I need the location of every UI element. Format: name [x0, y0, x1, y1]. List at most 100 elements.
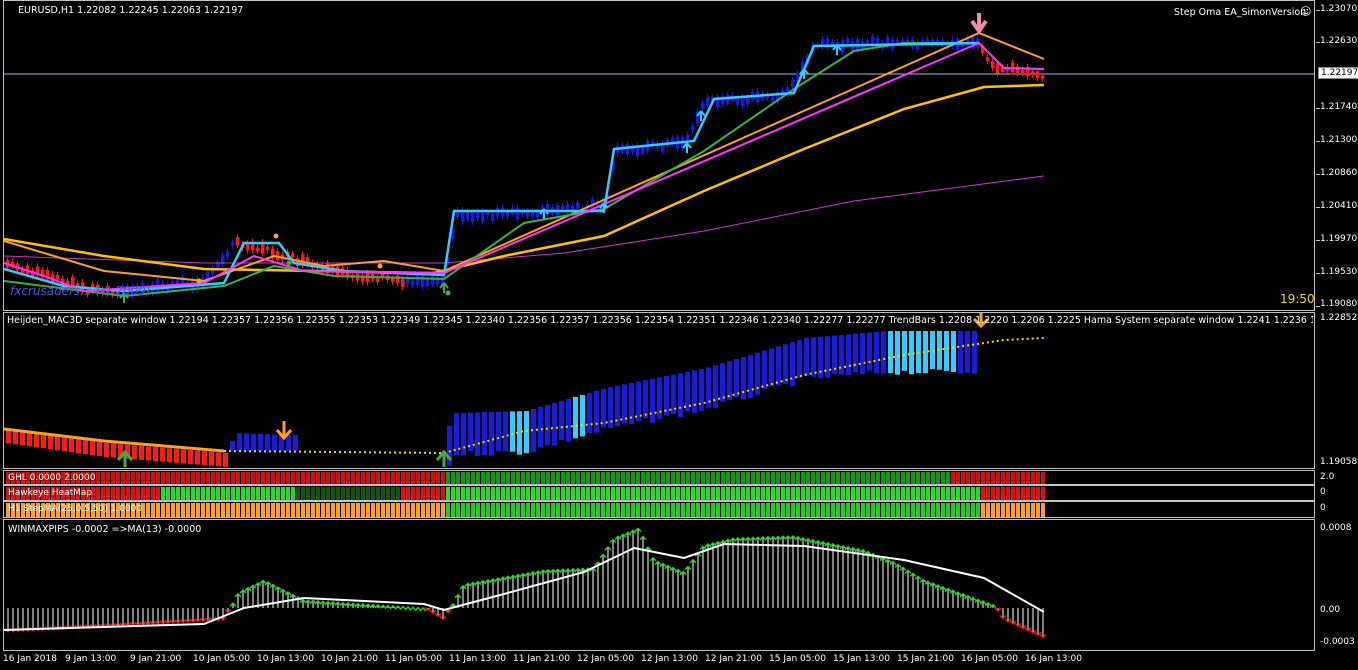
heatmap-cell [151, 472, 155, 484]
date-tick: 15 Jan 21:00 [897, 654, 954, 664]
heatmap-cell [611, 503, 615, 517]
heatmap-cell [641, 472, 645, 484]
heatmap-cell [581, 487, 585, 500]
heatmap-cell [536, 503, 540, 517]
heatmap-cell [611, 487, 615, 500]
heatmap-cell [426, 487, 430, 500]
trend-bar [846, 334, 851, 376]
candle-body [231, 242, 235, 246]
heatmap-cell [211, 472, 215, 484]
heatmap-cell [666, 487, 670, 500]
heatmap-cell [736, 487, 740, 500]
heatmap-cell [456, 487, 460, 500]
ghl-strip[interactable]: GHL 0.0000 2.0000 [3, 470, 1315, 485]
heatmap-cell [226, 472, 230, 484]
heatmap-cell [841, 503, 845, 517]
heatmap-cell [656, 472, 660, 484]
heatmap-cell [251, 472, 255, 484]
main-chart-pane[interactable]: EURUSD,H1 1.22082 1.22245 1.22063 1.2219… [3, 0, 1315, 311]
heiken-pane[interactable]: Heijden_MAC3D separate window 1.22194 1.… [3, 312, 1315, 469]
trend-bar [20, 431, 25, 446]
heatmap-cell [876, 487, 880, 500]
heatmap-cell [616, 487, 620, 500]
heatmap-cell [351, 503, 355, 517]
candle-body [426, 279, 430, 287]
heatmap-cell [281, 472, 285, 484]
heatmap-cell [491, 503, 495, 517]
heatmap-cell [256, 487, 260, 500]
heatmap-cell [461, 487, 465, 500]
heatmap-cell [636, 472, 640, 484]
trend-bar [650, 378, 655, 423]
heatmap-cell [446, 472, 450, 484]
heatmap-cell [551, 487, 555, 500]
heatmap-cell [686, 487, 690, 500]
heatmap-cell [576, 503, 580, 517]
heatmap-cell [596, 472, 600, 484]
heatmap-cell [681, 503, 685, 517]
heatmap-cell [261, 503, 265, 517]
trend-bar [720, 363, 725, 402]
heatmap-cell [621, 487, 625, 500]
heatmap-cell [911, 503, 915, 517]
heatmap-cell [641, 487, 645, 500]
trend-bar [209, 451, 214, 466]
heatmap-cell [346, 472, 350, 484]
heatmap-cell [271, 472, 275, 484]
hawkeye-strip[interactable]: Hawkeye HeatMap [3, 485, 1315, 501]
heatmap-cell [811, 503, 815, 517]
heatmap-cell [711, 487, 715, 500]
heatmap-cell [846, 487, 850, 500]
heatmap-cell [1031, 472, 1035, 484]
date-tick: 12 Jan 13:00 [641, 654, 698, 664]
heatmap-cell [916, 503, 920, 517]
heatmap-cell [786, 472, 790, 484]
trend-bar [27, 432, 32, 447]
heatmap-cell [551, 472, 555, 484]
heatmap-cell [866, 487, 870, 500]
winmax-pane[interactable]: WINMAXPIPS -0.0002 =>MA(13) -0.0000 [3, 519, 1315, 651]
heatmap-cell [706, 503, 710, 517]
heatmap-cell [171, 472, 175, 484]
heatmap-cell [311, 503, 315, 517]
heatmap-cell [321, 472, 325, 484]
trend-bar [174, 448, 179, 463]
heatmap-cell [856, 472, 860, 484]
heatmap-cell [96, 487, 100, 500]
heatmap-cell [971, 487, 975, 500]
trend-bar [160, 447, 165, 462]
trend-bar [783, 344, 788, 385]
heatmap-cell [626, 487, 630, 500]
heatmap-cell [571, 503, 575, 517]
heatmap-cell [431, 472, 435, 484]
heatmap-cell [591, 487, 595, 500]
heatmap-cell [901, 503, 905, 517]
trend-bar [146, 446, 151, 461]
strip-axis-tick: 0 [1320, 487, 1326, 497]
heatmap-cell [576, 487, 580, 500]
heatmap-cell [571, 487, 575, 500]
stepma-strip[interactable]: H1 StepMA(25,0.5,50) 1.0000 [3, 501, 1315, 518]
heatmap-cell [481, 472, 485, 484]
trend-bar [90, 441, 95, 456]
heatmap-cell [391, 487, 395, 500]
symbol-info: EURUSD,H1 1.22082 1.22245 1.22063 1.2219… [18, 5, 244, 16]
ghl-label: GHL 0.0000 2.0000 [8, 473, 96, 483]
trend-bar [265, 434, 270, 451]
heatmap-cell [731, 503, 735, 517]
smiley-icon[interactable]: ☺ [1300, 5, 1311, 18]
heatmap-cell [136, 472, 140, 484]
heatmap-cell [131, 472, 135, 484]
heatmap-cell [336, 487, 340, 500]
heatmap-cell [481, 487, 485, 500]
heatmap-cell [621, 472, 625, 484]
candle-body [1016, 66, 1020, 73]
heatmap-cell [121, 487, 125, 500]
heatmap-cell [201, 472, 205, 484]
heatmap-cell [476, 503, 480, 517]
heatmap-cell [911, 487, 915, 500]
trend-bar [958, 331, 963, 374]
trend-bar [874, 331, 879, 374]
heatmap-cell [946, 503, 950, 517]
heatmap-cell [956, 503, 960, 517]
